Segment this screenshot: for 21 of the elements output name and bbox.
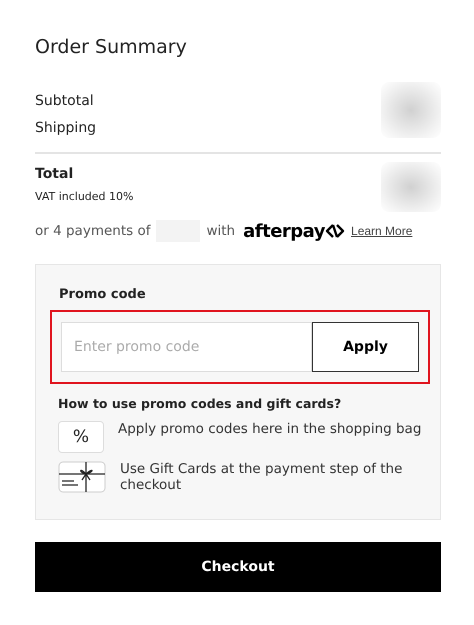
order-summary-title: Order Summary — [35, 36, 188, 58]
help-text: Apply promo codes here in the shopping bag — [118, 421, 422, 437]
blurred-value — [381, 82, 441, 138]
promo-code-label: Promo code — [58, 287, 147, 302]
line-label: Subtotal — [35, 93, 94, 109]
blurred-value — [381, 162, 441, 212]
checkout-button[interactable]: Checkout — [35, 542, 441, 592]
vat-note: VAT included 10% — [35, 189, 134, 205]
help-heading: How to use promo codes and gift cards? — [58, 396, 342, 411]
apply-button[interactable]: Apply — [312, 322, 419, 372]
line-label: Shipping — [35, 120, 96, 136]
promo-code-field[interactable]: Enter promo code — [61, 322, 312, 372]
installment-text: with — [206, 223, 236, 239]
learn-more-link[interactable]: Learn More — [351, 224, 412, 238]
chevrons-icon — [325, 223, 346, 239]
total-label: Total — [35, 165, 74, 184]
gift-card-icon — [58, 461, 106, 493]
afterpay-logo-text: afterpay — [243, 220, 326, 242]
installment-text: or 4 payments of — [35, 223, 150, 239]
help-text: Use Gift Cards at the payment step of the checkout — [120, 461, 404, 493]
percent-icon: % — [58, 421, 104, 453]
